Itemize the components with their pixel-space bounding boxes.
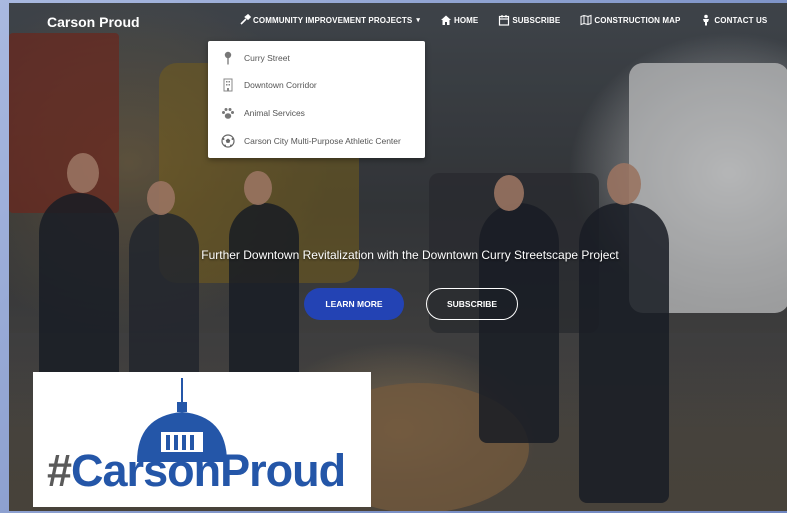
- nav-label: Contact Us: [714, 15, 768, 25]
- nav-home[interactable]: Home: [440, 14, 478, 26]
- wrench-icon: [240, 14, 251, 25]
- pin-icon: [219, 51, 237, 65]
- nav-label: Home: [453, 15, 479, 25]
- nav-subscribe[interactable]: Subscribe: [498, 14, 560, 26]
- soccer-ball-icon: [219, 134, 237, 148]
- hero-tagline: Further Downtown Revitalization with the…: [201, 248, 619, 262]
- nav-community-improvement-projects[interactable]: Community Improvement Projects ▾: [239, 14, 420, 26]
- home-icon: [440, 15, 451, 25]
- dropdown-item-label: Carson City Multi-Purpose Athletic Cente…: [244, 136, 401, 146]
- dropdown-item-label: Downtown Corridor: [244, 80, 317, 90]
- projects-dropdown-menu: Curry Street Downtown Corridor Animal Se…: [208, 41, 425, 158]
- nav-contact-us[interactable]: Contact Us: [700, 14, 767, 26]
- chevron-down-icon: ▾: [416, 17, 420, 24]
- person-icon: [703, 14, 710, 26]
- nav-links: Community Improvement Projects ▾ Home Su…: [239, 14, 787, 26]
- nav-label: Subscribe: [512, 15, 561, 25]
- top-nav: Carson Proud Community Improvement Proje…: [9, 3, 787, 41]
- learn-more-button[interactable]: LEARN MORE: [304, 288, 404, 320]
- subscribe-button[interactable]: SUBSCRIBE: [426, 288, 518, 320]
- dropdown-item-curry-street[interactable]: Curry Street: [208, 46, 425, 70]
- map-icon: [580, 14, 592, 26]
- logo-wordmark: #CarsonProud: [47, 445, 346, 496]
- building-icon: [219, 78, 237, 92]
- logo-proud: Proud: [220, 445, 346, 496]
- logo-carson: Carson: [71, 445, 221, 496]
- dropdown-item-label: Animal Services: [244, 108, 305, 118]
- dropdown-item-label: Curry Street: [244, 53, 290, 63]
- nav-label: Construction Map: [594, 15, 681, 25]
- nav-label: Community Improvement Projects: [253, 15, 413, 25]
- calendar-icon: [499, 15, 510, 26]
- carson-proud-logo: #CarsonProud: [33, 372, 371, 507]
- brand-link[interactable]: Carson Proud: [47, 14, 140, 30]
- dropdown-item-athletic-center[interactable]: Carson City Multi-Purpose Athletic Cente…: [208, 129, 425, 153]
- logo-hash: #: [47, 445, 72, 496]
- nav-construction-map[interactable]: Construction Map: [580, 14, 680, 26]
- paw-icon: [219, 106, 237, 120]
- dropdown-item-animal-services[interactable]: Animal Services: [208, 101, 425, 125]
- dropdown-item-downtown-corridor[interactable]: Downtown Corridor: [208, 73, 425, 97]
